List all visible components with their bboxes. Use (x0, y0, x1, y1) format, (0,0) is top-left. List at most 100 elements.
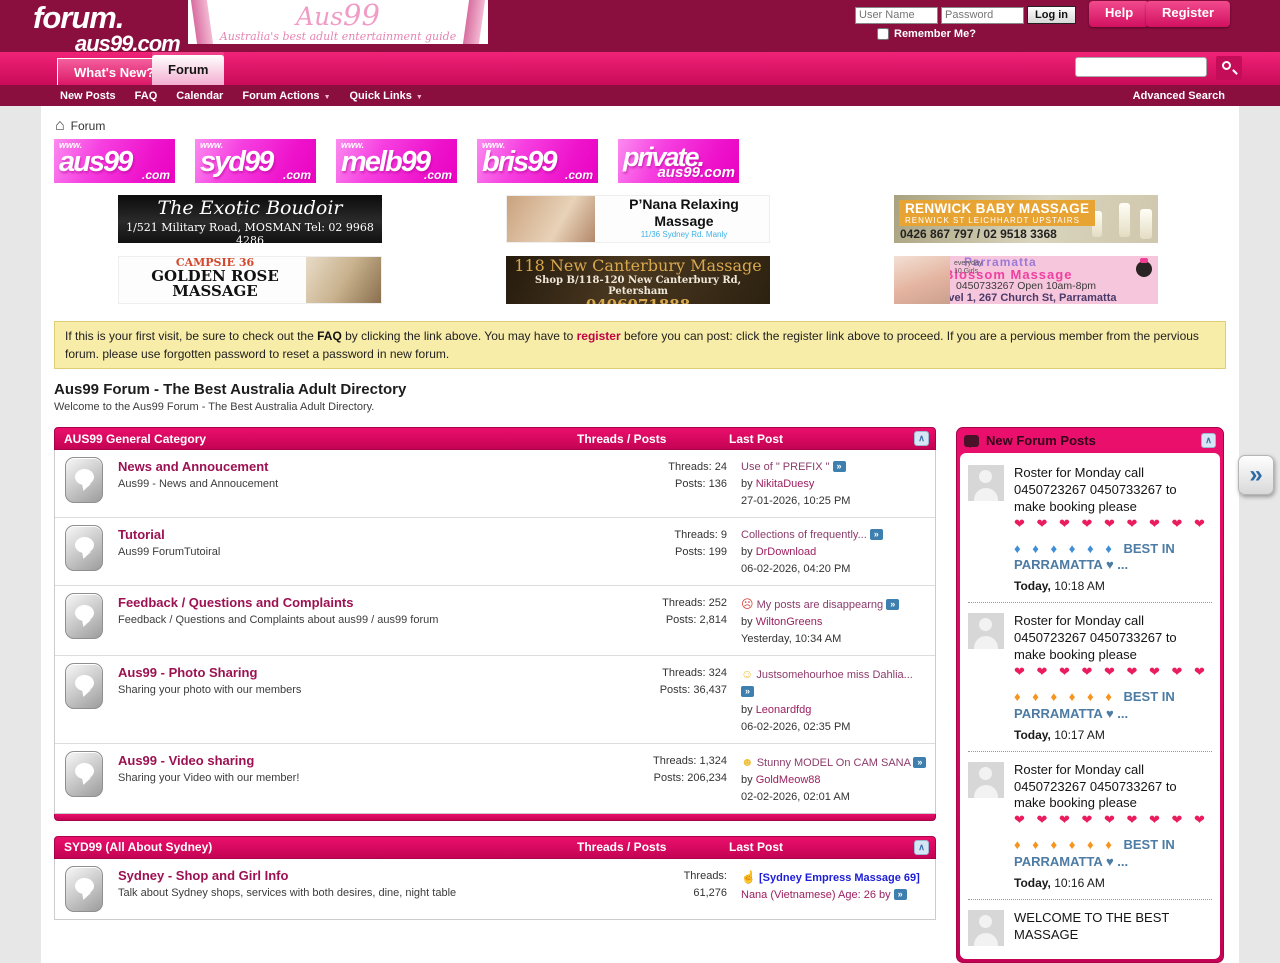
last-post-link[interactable]: Stunny MODEL On CAM SANA (757, 757, 911, 769)
last-post-user[interactable]: Leonardfdg (756, 704, 812, 716)
thumbs-up-emoji: ☝ (741, 870, 756, 884)
ad-exotic-boudoir[interactable]: The Exotic Boudoir 1/521 Military Road, … (118, 195, 382, 243)
remember-me-label: Remember Me? (894, 28, 976, 40)
username-input[interactable] (855, 7, 938, 24)
forum-row-video-sharing: Aus99 - Video sharing Sharing your Video… (55, 743, 935, 813)
site-logo[interactable]: forum. aus99.com (33, 2, 180, 55)
sidebar-post-link[interactable]: Roster for Monday call 0450723267 045073… (1014, 762, 1177, 811)
collapse-button[interactable] (914, 431, 929, 446)
banner-melb99[interactable]: www. melb99 .com (336, 139, 457, 183)
last-post-info: ☻ Stunny MODEL On CAM SANA by GoldMeow88… (727, 751, 927, 806)
forum-title-link[interactable]: Aus99 - Video sharing (118, 753, 582, 768)
search-icon (1222, 61, 1231, 70)
sub-navigation: New Posts FAQ Calendar Forum Actions Qui… (0, 85, 1280, 106)
forum-row-sydney-shop: Sydney - Shop and Girl Info Talk about S… (55, 859, 935, 919)
header-banner-ad[interactable]: Aus99 Australia's best adult entertainme… (188, 0, 488, 44)
banner-aus99[interactable]: www. aus99 .com (54, 139, 175, 183)
forum-title-link[interactable]: Sydney - Shop and Girl Info (118, 868, 582, 883)
last-post-link[interactable]: Collections of frequently... (741, 529, 867, 541)
forum-title-link[interactable]: News and Annoucement (118, 459, 582, 474)
banner-private-aus99[interactable]: private. aus99.com (618, 139, 739, 183)
post-time: Today, 10:18 AM (1014, 579, 1212, 593)
goto-last-post-icon[interactable] (894, 889, 907, 900)
avatar[interactable] (968, 910, 1004, 946)
avatar[interactable] (968, 465, 1004, 501)
forum-icon (65, 751, 103, 797)
forum-stats: Threads: 24 Posts: 136 (582, 457, 727, 510)
search-input[interactable] (1075, 57, 1207, 77)
banner-syd99[interactable]: www. syd99 .com (195, 139, 316, 183)
last-post-link[interactable]: [Sydney Empress Massage 69] (759, 872, 920, 884)
site-header: forum. aus99.com Aus99 Australia's best … (0, 0, 1280, 52)
last-post-user[interactable]: WiltonGreens (756, 616, 823, 628)
sidebar-slideout-button[interactable] (1238, 455, 1274, 495)
goto-last-post-icon[interactable] (913, 757, 926, 768)
search-button[interactable] (1216, 56, 1242, 80)
heart-emoji-row: ❤ ❤ ❤ ❤ ❤ ❤ ❤ ❤ ❤ (1014, 812, 1212, 829)
site-banner-row: www. aus99 .com www. syd99 .com www. mel… (54, 139, 1239, 183)
widget-header: New Forum Posts (960, 428, 1220, 453)
register-link[interactable]: register (577, 329, 621, 343)
nav-forum-actions[interactable]: Forum Actions (242, 90, 330, 102)
nav-calendar[interactable]: Calendar (176, 90, 223, 102)
password-input[interactable] (941, 7, 1024, 24)
last-post-link[interactable]: Use of " PREFIX " (741, 461, 830, 473)
goto-last-post-icon[interactable] (741, 686, 754, 697)
forum-stats: Threads: 61,276 (582, 866, 727, 912)
nav-faq[interactable]: FAQ (135, 90, 158, 102)
column-last-post: Last Post (729, 840, 914, 854)
goto-last-post-icon[interactable] (833, 461, 846, 472)
avatar[interactable] (968, 613, 1004, 649)
heart-emoji-row: ❤ ❤ ❤ ❤ ❤ ❤ ❤ ❤ ❤ (1014, 664, 1212, 681)
goto-last-post-icon[interactable] (886, 599, 899, 610)
first-visit-notice: If this is your first visit, be sure to … (54, 321, 1226, 369)
angry-emoji: ☹ (741, 597, 754, 611)
new-forum-posts-widget: New Forum Posts Roster for Monday call 0… (956, 427, 1224, 963)
remember-me-checkbox[interactable] (877, 28, 889, 40)
smiley-emoji: ☺ (741, 667, 753, 681)
sidebar-post-link[interactable]: WELCOME TO THE BEST MASSAGE (1014, 910, 1169, 942)
last-post-link[interactable]: My posts are disappearng (757, 599, 884, 611)
forum-icon (65, 593, 103, 639)
last-post-user[interactable]: Nana (Vietnamese) Age: 26 by (741, 889, 891, 901)
avatar[interactable] (968, 762, 1004, 798)
last-post-info: Collections of frequently... by DrDownlo… (727, 525, 927, 578)
forum-row-photo-sharing: Aus99 - Photo Sharing Sharing your photo… (55, 655, 935, 742)
nav-quick-links[interactable]: Quick Links (350, 90, 423, 102)
login-button[interactable]: Log in (1027, 6, 1076, 24)
help-button[interactable]: Help (1089, 1, 1149, 27)
collapse-button[interactable] (1201, 433, 1216, 448)
collapse-button[interactable] (914, 840, 929, 855)
ad-renwick-massage[interactable]: RENWICK BABY MASSAGE RENWICK ST LEICHHAR… (894, 195, 1158, 243)
goto-last-post-icon[interactable] (870, 529, 883, 540)
nav-new-posts[interactable]: New Posts (60, 90, 116, 102)
banner-tagline: Australia's best adult entertainment gui… (188, 30, 488, 43)
cool-emoji: ☻ (741, 755, 754, 769)
ad-golden-rose-massage[interactable]: CAMPSIE 36 GOLDEN ROSE MASSAGE 36 NORTH … (118, 256, 382, 304)
breadcrumb-forum[interactable]: Forum (71, 119, 106, 133)
ad-blossom-massage[interactable]: everyday10 Girls Parramatta Blossom Mass… (894, 256, 1158, 304)
home-icon[interactable] (55, 119, 65, 133)
forum-title-link[interactable]: Aus99 - Photo Sharing (118, 665, 582, 680)
last-post-link[interactable]: Justsomehourhoe miss Dahlia... (756, 669, 913, 681)
flame-emoji-row: ♦ ♦ ♦ ♦ ♦ ♦ (1014, 689, 1116, 704)
ad-pnana-massage[interactable]: P’Nana Relaxing Massage 11/36 Sydney Rd.… (506, 195, 770, 243)
last-post-user[interactable]: NikitaDuesy (756, 478, 815, 490)
ad-banner-grid: The Exotic Boudoir 1/521 Military Road, … (41, 195, 1239, 307)
faq-link[interactable]: FAQ (317, 329, 342, 343)
advanced-search-link[interactable]: Advanced Search (1133, 90, 1225, 102)
sidebar-post-link[interactable]: Roster for Monday call 0450723267 045073… (1014, 465, 1177, 514)
last-post-user[interactable]: DrDownload (756, 546, 817, 558)
tab-forum[interactable]: Forum (152, 55, 224, 85)
register-button[interactable]: Register (1146, 1, 1230, 27)
logo-line1: forum. (33, 2, 180, 33)
banner-bris99[interactable]: www. bris99 .com (477, 139, 598, 183)
sidebar-post: Roster for Monday call 0450723267 045073… (968, 455, 1212, 603)
sidebar-post-link[interactable]: Roster for Monday call 0450723267 045073… (1014, 613, 1177, 662)
forum-title-link[interactable]: Tutorial (118, 527, 582, 542)
column-last-post: Last Post (729, 432, 914, 446)
last-post-user[interactable]: GoldMeow88 (756, 774, 821, 786)
forum-title-link[interactable]: Feedback / Questions and Complaints (118, 595, 582, 610)
banner-title: Aus99 (188, 1, 488, 30)
ad-118-canterbury-massage[interactable]: 118 New Canterbury Massage Shop B/118-12… (506, 256, 770, 304)
